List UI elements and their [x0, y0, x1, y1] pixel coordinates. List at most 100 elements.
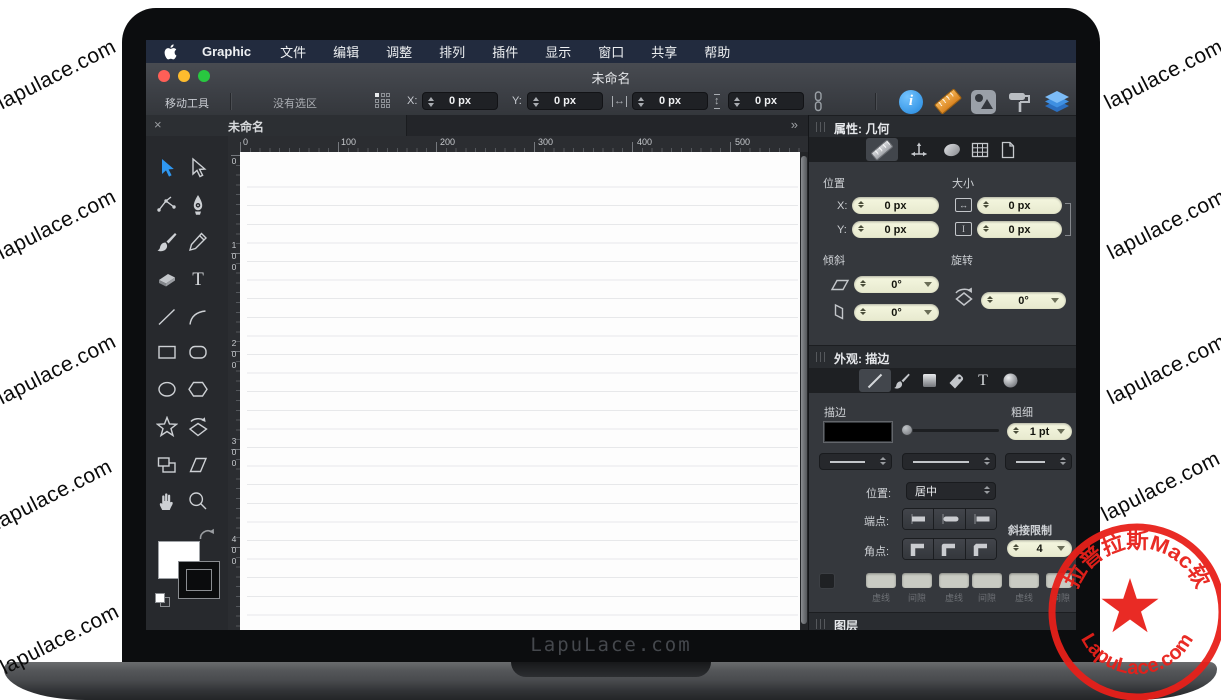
tab-metrics[interactable]: [867, 138, 897, 161]
menu-item-edit[interactable]: 编辑: [333, 42, 359, 61]
stroke-position-select[interactable]: 居中: [906, 482, 996, 500]
app-menu-graphic[interactable]: Graphic: [202, 44, 251, 59]
menu-item-help[interactable]: 帮助: [704, 42, 730, 61]
measure-button[interactable]: [935, 89, 961, 114]
rotation-combo[interactable]: 0°: [981, 292, 1066, 309]
info-button[interactable]: i: [898, 89, 924, 114]
geometry-section-header[interactable]: 属性: 几何: [809, 115, 1076, 139]
tab-close-icon[interactable]: ×: [154, 117, 162, 132]
skew-x-combo[interactable]: 0°: [854, 276, 939, 293]
height-stepper[interactable]: [734, 97, 740, 107]
cap-square-button[interactable]: [966, 509, 996, 529]
width-field[interactable]: 0 px: [632, 92, 708, 110]
menu-item-window[interactable]: 窗口: [598, 42, 624, 61]
gap-field-2[interactable]: [972, 573, 1002, 588]
tab-shadow[interactable]: [995, 369, 1025, 392]
geo-width-field[interactable]: 0 px: [977, 197, 1062, 214]
layers-button[interactable]: [1044, 89, 1070, 114]
direct-select-tool[interactable]: [187, 157, 209, 179]
constrain-proportions-icon[interactable]: [812, 91, 824, 115]
polygon-tool[interactable]: [187, 378, 209, 400]
menu-item-adjust[interactable]: 调整: [386, 42, 412, 61]
anchor-point-grid[interactable]: [375, 93, 391, 109]
menu-item-file[interactable]: 文件: [280, 42, 306, 61]
join-round-button[interactable]: [934, 539, 965, 559]
swap-colors-icon[interactable]: [198, 528, 216, 546]
document-tab[interactable]: [146, 115, 407, 136]
link-dimensions-bracket[interactable]: [1065, 203, 1071, 236]
tab-stroke[interactable]: [860, 369, 890, 392]
geo-width-icon: ↔: [955, 198, 972, 212]
apple-menu-icon[interactable]: [164, 44, 177, 60]
appearance-section-header[interactable]: 外观: 描边: [809, 345, 1076, 369]
geo-y-field[interactable]: 0 px: [852, 221, 939, 238]
join-bevel-button[interactable]: [966, 539, 996, 559]
gap-field-1[interactable]: [902, 573, 932, 588]
x-position-field[interactable]: 0 px: [422, 92, 498, 110]
free-transform-tool[interactable]: [187, 416, 209, 438]
brush-tool[interactable]: [156, 231, 178, 253]
rounded-rectangle-tool[interactable]: [187, 341, 209, 363]
y-stepper[interactable]: [533, 97, 539, 107]
shape-library-button[interactable]: [970, 89, 996, 114]
menu-item-arrange[interactable]: 排列: [439, 42, 465, 61]
default-fill-swatch[interactable]: [155, 593, 165, 603]
tab-effects[interactable]: [941, 369, 971, 392]
menu-item-view[interactable]: 显示: [545, 42, 571, 61]
tab-fill[interactable]: [914, 369, 944, 392]
arrow-start-dropdown[interactable]: [902, 453, 996, 470]
ellipse-tool[interactable]: [156, 378, 178, 400]
width-stepper[interactable]: [638, 97, 644, 107]
style-button[interactable]: [1007, 89, 1033, 114]
menu-item-share[interactable]: 共享: [651, 42, 677, 61]
hand-tool[interactable]: [156, 490, 178, 512]
tab-shape[interactable]: [937, 138, 967, 161]
menu-item-plugins[interactable]: 插件: [492, 42, 518, 61]
stroke-color-well[interactable]: [179, 562, 219, 598]
boolean-tool[interactable]: [156, 454, 178, 476]
node-tool[interactable]: [156, 194, 178, 216]
tab-text-style[interactable]: T: [968, 369, 998, 392]
rectangle-tool[interactable]: [156, 341, 178, 363]
cap-round-button[interactable]: [934, 509, 965, 529]
stroke-color-swatch[interactable]: [824, 422, 892, 442]
eraser-tool[interactable]: [156, 269, 178, 291]
geo-x-field[interactable]: 0 px: [852, 197, 939, 214]
zoom-tool[interactable]: [187, 490, 209, 512]
line-tool[interactable]: [156, 306, 178, 328]
scrollbar-thumb[interactable]: [801, 156, 807, 624]
arc-tool[interactable]: [187, 306, 209, 328]
x-stepper[interactable]: [428, 97, 434, 107]
geometry-header-label: 属性: 几何: [834, 120, 889, 137]
text-tool[interactable]: T: [187, 269, 209, 291]
move-tool[interactable]: [156, 157, 178, 179]
star-tool[interactable]: [156, 416, 178, 438]
layers-section-header[interactable]: 图层: [809, 612, 1076, 630]
pen-tool[interactable]: [187, 194, 209, 216]
arrow-end-dropdown[interactable]: [1005, 453, 1072, 470]
stroke-style-dropdown[interactable]: [819, 453, 892, 470]
skew-y-combo[interactable]: 0°: [854, 304, 939, 321]
canvas[interactable]: [240, 152, 800, 630]
tab-overflow-icon[interactable]: »: [791, 117, 798, 132]
tab-brush-style[interactable]: [887, 369, 917, 392]
height-field[interactable]: 0 px: [728, 92, 804, 110]
dash-field-2[interactable]: [939, 573, 969, 588]
weight-slider-knob[interactable]: [901, 424, 913, 436]
cap-butt-button[interactable]: [903, 509, 934, 529]
tab-grid[interactable]: [965, 138, 995, 161]
y-position-field[interactable]: 0 px: [527, 92, 603, 110]
weight-combo[interactable]: 1 pt: [1007, 423, 1072, 440]
pencil-tool[interactable]: [187, 231, 209, 253]
join-miter-button[interactable]: [903, 539, 934, 559]
tab-transform[interactable]: [904, 138, 934, 161]
dash-pattern-checkbox[interactable]: [819, 573, 835, 589]
weight-slider-track[interactable]: [905, 429, 999, 432]
geo-height-field[interactable]: 0 px: [977, 221, 1062, 238]
dash-label: 虚线: [939, 591, 969, 604]
dash-field-3[interactable]: [1009, 573, 1039, 588]
tab-document[interactable]: [993, 138, 1023, 161]
dash-field-1[interactable]: [866, 573, 896, 588]
rotation-icon: [951, 285, 977, 314]
parallelogram-tool[interactable]: [187, 454, 209, 476]
